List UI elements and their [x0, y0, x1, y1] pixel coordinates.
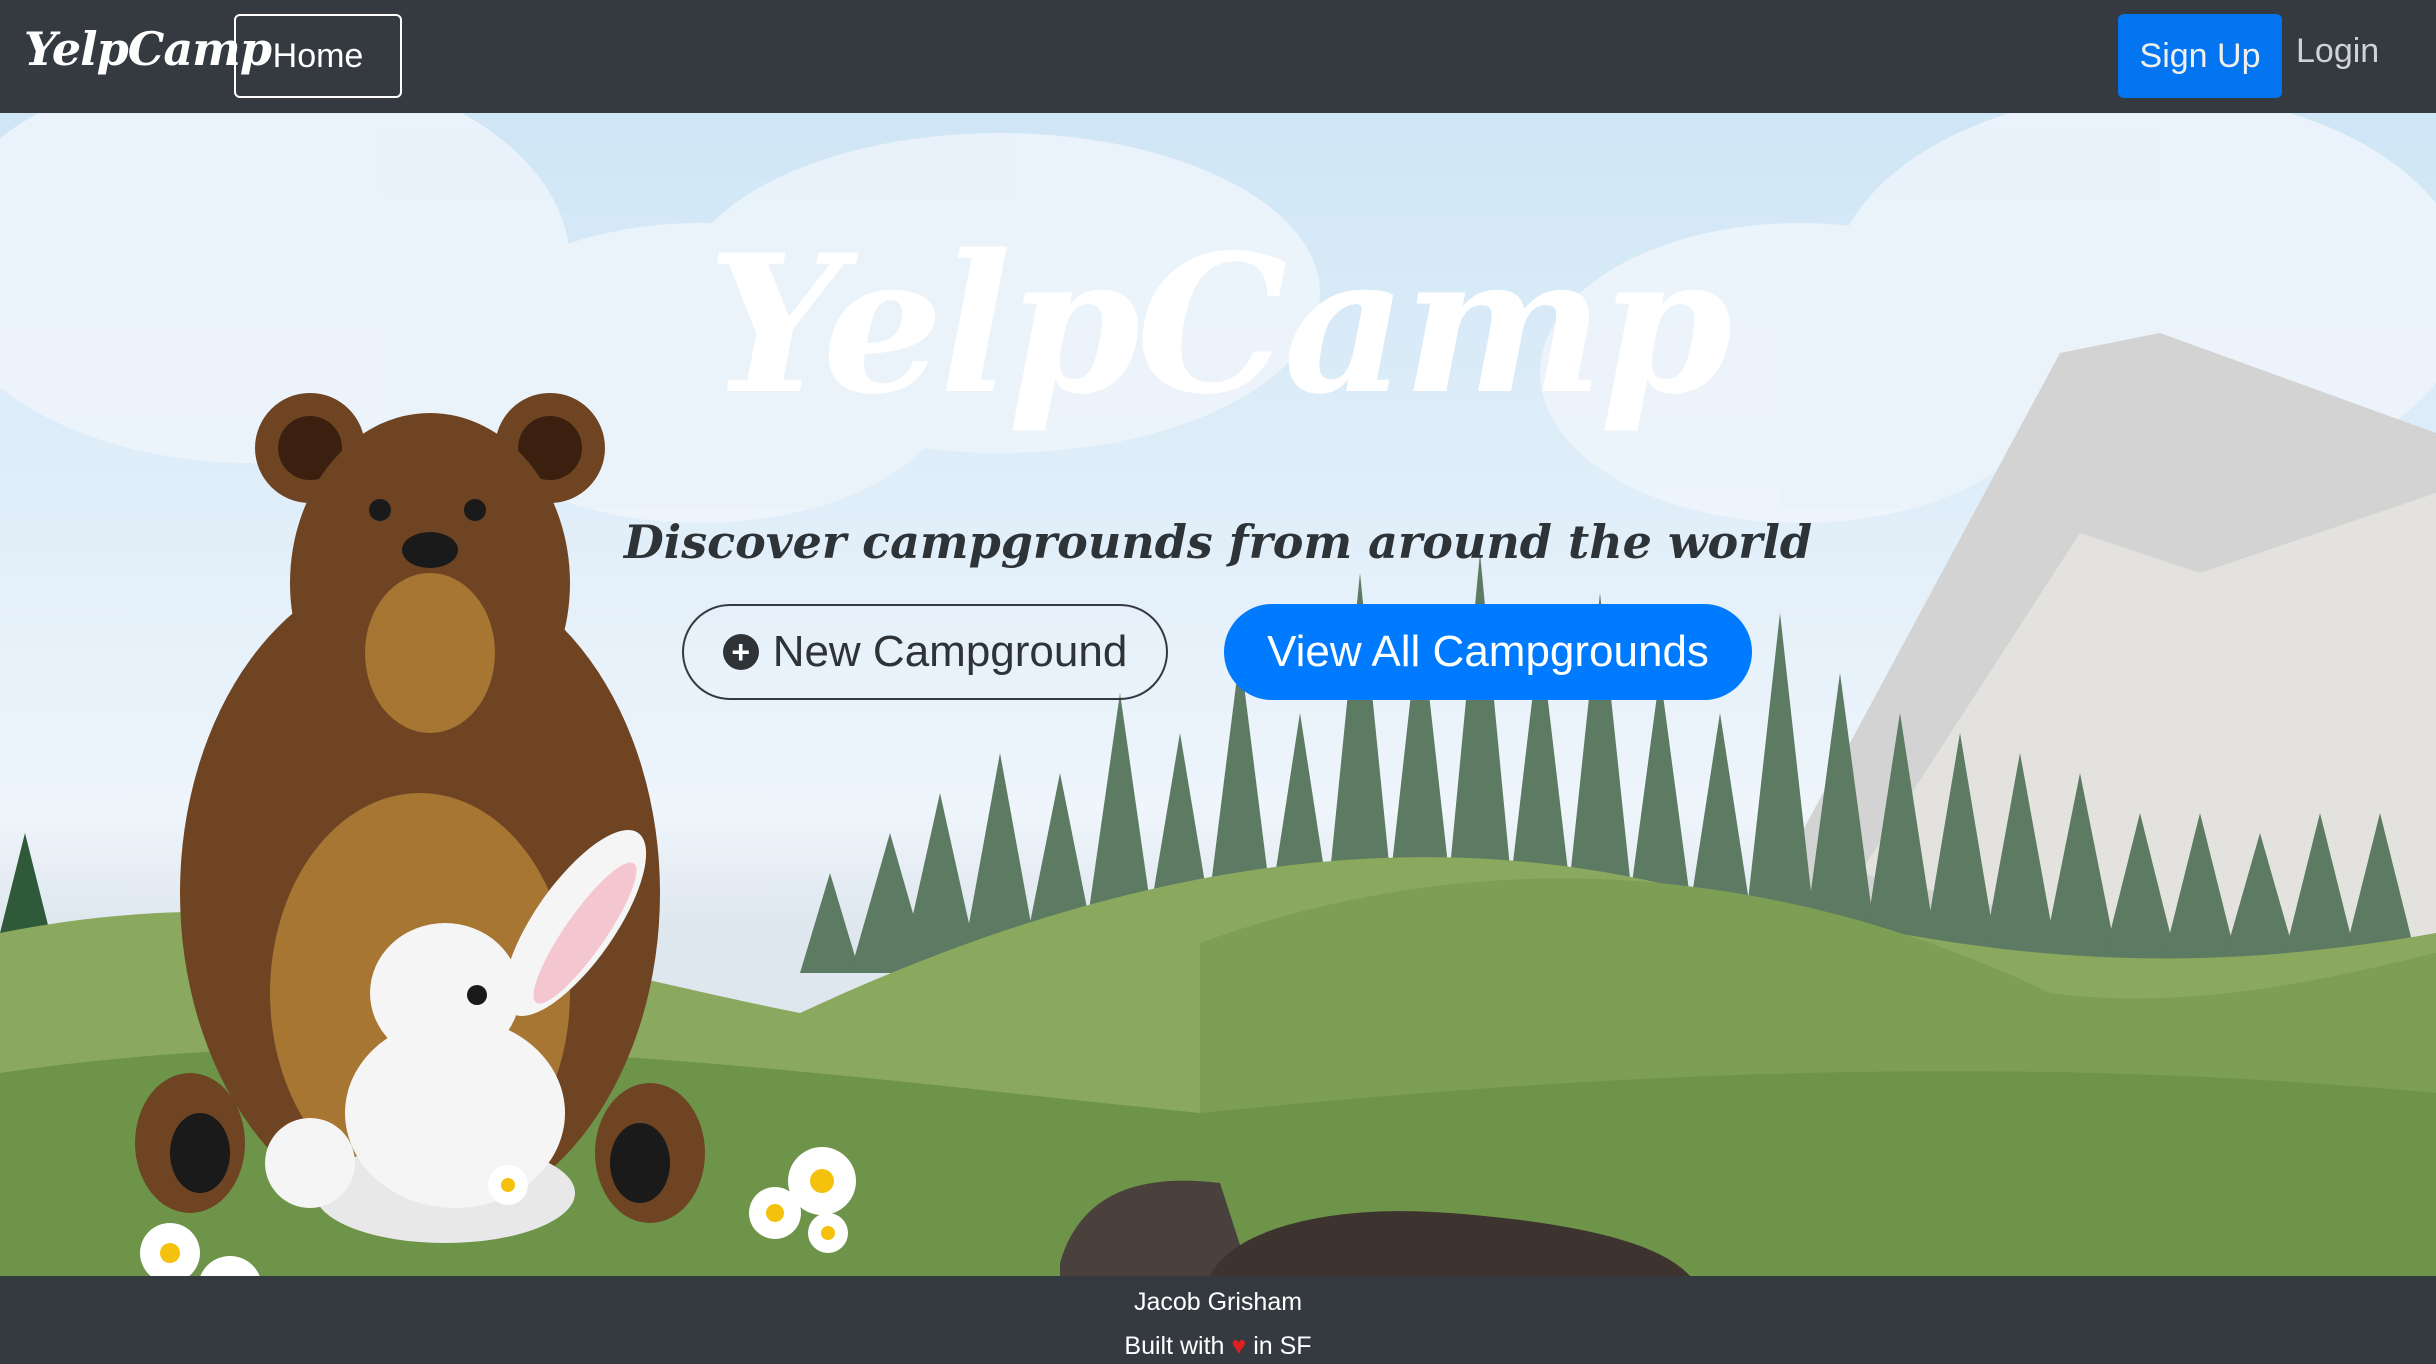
new-campground-button[interactable]: + New Campground [682, 604, 1168, 700]
home-button[interactable]: Home [234, 14, 402, 98]
navbar: YelpCamp Home Sign Up Login [0, 0, 2436, 113]
built-with-prefix: Built with [1124, 1332, 1225, 1360]
heart-icon: ♥ [1231, 1332, 1247, 1360]
new-campground-label: New Campground [772, 627, 1128, 676]
footer-built-with: Built with ♥ in SF [0, 1332, 2436, 1361]
hero-section: YelpCamp Discover campgrounds from aroun… [0, 113, 2436, 1276]
view-all-campgrounds-button[interactable]: View All Campgrounds [1224, 604, 1752, 700]
built-with-suffix: in SF [1253, 1332, 1312, 1360]
login-link[interactable]: Login [2296, 32, 2379, 71]
plus-circle-icon: + [722, 634, 759, 670]
hero-subtitle: Discover campgrounds from around the wor… [623, 515, 1813, 569]
footer: Jacob Grisham Built with ♥ in SF [0, 1276, 2436, 1364]
signup-button[interactable]: Sign Up [2118, 14, 2282, 98]
hero-title: YelpCamp [707, 213, 1732, 436]
footer-author: Jacob Grisham [1133, 1288, 1303, 1316]
